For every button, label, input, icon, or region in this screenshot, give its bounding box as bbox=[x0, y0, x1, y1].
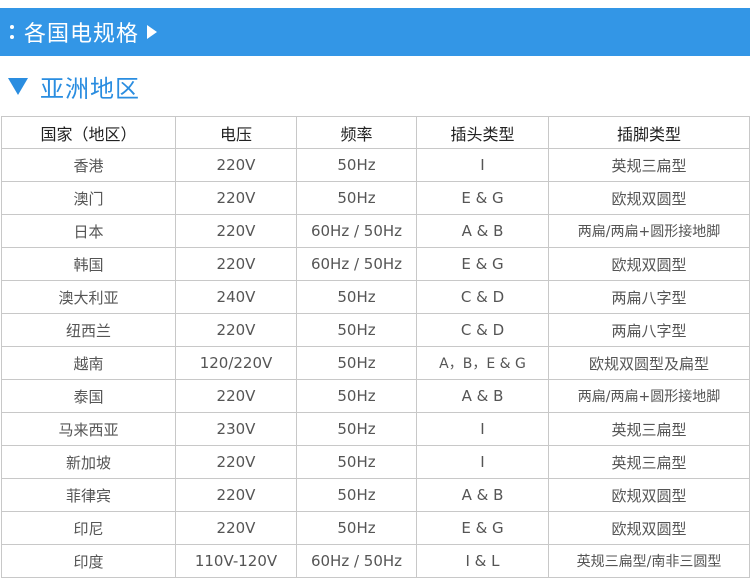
frequency-cell: 50Hz bbox=[296, 280, 417, 314]
country-cell: 越南 bbox=[1, 346, 176, 380]
pin-type-cell: 两扁八字型 bbox=[548, 313, 750, 347]
plug-type-cell: E & G bbox=[416, 181, 549, 215]
section-header-bar: 各国电规格 bbox=[0, 8, 750, 56]
frequency-cell: 50Hz bbox=[296, 346, 417, 380]
frequency-cell: 60Hz / 50Hz bbox=[296, 214, 417, 248]
column-header-frequency: 频率 bbox=[296, 116, 417, 149]
frequency-cell: 50Hz bbox=[296, 478, 417, 512]
plug-type-cell: I bbox=[416, 412, 549, 446]
voltage-cell: 220V bbox=[175, 214, 297, 248]
country-cell: 香港 bbox=[1, 148, 176, 182]
table-row: 纽西兰 220V 50Hz C & D 两扁八字型 bbox=[1, 313, 750, 347]
plug-type-cell: E & G bbox=[416, 247, 549, 281]
plug-type-cell: I bbox=[416, 445, 549, 479]
table-row: 菲律宾 220V 50Hz A & B 欧规双圆型 bbox=[1, 478, 750, 512]
plug-type-cell: A，B，E & G bbox=[416, 346, 549, 380]
frequency-cell: 60Hz / 50Hz bbox=[296, 544, 417, 578]
frequency-cell: 50Hz bbox=[296, 181, 417, 215]
country-cell: 马来西亚 bbox=[1, 412, 176, 446]
plug-type-cell: A & B bbox=[416, 478, 549, 512]
frequency-cell: 50Hz bbox=[296, 511, 417, 545]
column-header-country: 国家（地区） bbox=[1, 116, 176, 149]
country-cell: 韩国 bbox=[1, 247, 176, 281]
column-header-voltage: 电压 bbox=[175, 116, 297, 149]
pin-type-cell: 英规三扁型 bbox=[548, 445, 750, 479]
voltage-cell: 240V bbox=[175, 280, 297, 314]
plug-type-cell: A & B bbox=[416, 214, 549, 248]
frequency-cell: 50Hz bbox=[296, 313, 417, 347]
triangle-right-icon bbox=[147, 25, 158, 39]
voltage-cell: 220V bbox=[175, 478, 297, 512]
country-cell: 新加坡 bbox=[1, 445, 176, 479]
voltage-cell: 220V bbox=[175, 445, 297, 479]
triangle-down-icon bbox=[8, 77, 28, 95]
country-cell: 印尼 bbox=[1, 511, 176, 545]
header-dots-icon bbox=[10, 21, 16, 43]
voltage-cell: 220V bbox=[175, 313, 297, 347]
plug-type-cell: C & D bbox=[416, 313, 549, 347]
country-cell: 菲律宾 bbox=[1, 478, 176, 512]
country-cell: 澳门 bbox=[1, 181, 176, 215]
country-cell: 印度 bbox=[1, 544, 176, 578]
power-spec-table: 国家（地区） 电压 频率 插头类型 插脚类型 香港 220V 50Hz I 英规… bbox=[1, 116, 750, 578]
pin-type-cell: 两扁/两扁+圆形接地脚 bbox=[548, 379, 750, 413]
voltage-cell: 220V bbox=[175, 247, 297, 281]
table-row: 澳大利亚 240V 50Hz C & D 两扁八字型 bbox=[1, 280, 750, 314]
pin-type-cell: 欧规双圆型 bbox=[548, 511, 750, 545]
pin-type-cell: 两扁/两扁+圆形接地脚 bbox=[548, 214, 750, 248]
table-row: 新加坡 220V 50Hz I 英规三扁型 bbox=[1, 445, 750, 479]
country-cell: 澳大利亚 bbox=[1, 280, 176, 314]
pin-type-cell: 两扁八字型 bbox=[548, 280, 750, 314]
table-row: 印度 110V-120V 60Hz / 50Hz I & L 英规三扁型/南非三… bbox=[1, 544, 750, 578]
table-row: 澳门 220V 50Hz E & G 欧规双圆型 bbox=[1, 181, 750, 215]
table-header-row: 国家（地区） 电压 频率 插头类型 插脚类型 bbox=[1, 116, 750, 149]
pin-type-cell: 英规三扁型 bbox=[548, 412, 750, 446]
country-cell: 泰国 bbox=[1, 379, 176, 413]
table-row: 越南 120/220V 50Hz A，B，E & G 欧规双圆型及扁型 bbox=[1, 346, 750, 380]
frequency-cell: 60Hz / 50Hz bbox=[296, 247, 417, 281]
plug-type-cell: C & D bbox=[416, 280, 549, 314]
frequency-cell: 50Hz bbox=[296, 412, 417, 446]
table-row: 印尼 220V 50Hz E & G 欧规双圆型 bbox=[1, 511, 750, 545]
pin-type-cell: 英规三扁型/南非三圆型 bbox=[548, 544, 750, 578]
voltage-cell: 110V-120V bbox=[175, 544, 297, 578]
plug-type-cell: E & G bbox=[416, 511, 549, 545]
voltage-cell: 120/220V bbox=[175, 346, 297, 380]
column-header-plug-type: 插头类型 bbox=[416, 116, 549, 149]
plug-type-cell: A & B bbox=[416, 379, 549, 413]
frequency-cell: 50Hz bbox=[296, 445, 417, 479]
frequency-cell: 50Hz bbox=[296, 379, 417, 413]
table-row: 马来西亚 230V 50Hz I 英规三扁型 bbox=[1, 412, 750, 446]
voltage-cell: 220V bbox=[175, 148, 297, 182]
plug-type-cell: I bbox=[416, 148, 549, 182]
voltage-cell: 220V bbox=[175, 181, 297, 215]
table-row: 日本 220V 60Hz / 50Hz A & B 两扁/两扁+圆形接地脚 bbox=[1, 214, 750, 248]
frequency-cell: 50Hz bbox=[296, 148, 417, 182]
pin-type-cell: 欧规双圆型 bbox=[548, 181, 750, 215]
pin-type-cell: 欧规双圆型及扁型 bbox=[548, 346, 750, 380]
region-title: 亚洲地区 bbox=[40, 74, 140, 103]
voltage-cell: 220V bbox=[175, 379, 297, 413]
plug-type-cell: I & L bbox=[416, 544, 549, 578]
pin-type-cell: 英规三扁型 bbox=[548, 148, 750, 182]
table-row: 泰国 220V 50Hz A & B 两扁/两扁+圆形接地脚 bbox=[1, 379, 750, 413]
page-title: 各国电规格 bbox=[24, 22, 140, 47]
column-header-pin-type: 插脚类型 bbox=[548, 116, 750, 149]
country-cell: 日本 bbox=[1, 214, 176, 248]
region-heading: 亚洲地区 bbox=[8, 68, 140, 104]
country-cell: 纽西兰 bbox=[1, 313, 176, 347]
pin-type-cell: 欧规双圆型 bbox=[548, 478, 750, 512]
table-row: 韩国 220V 60Hz / 50Hz E & G 欧规双圆型 bbox=[1, 247, 750, 281]
pin-type-cell: 欧规双圆型 bbox=[548, 247, 750, 281]
voltage-cell: 220V bbox=[175, 511, 297, 545]
table-row: 香港 220V 50Hz I 英规三扁型 bbox=[1, 148, 750, 182]
voltage-cell: 230V bbox=[175, 412, 297, 446]
